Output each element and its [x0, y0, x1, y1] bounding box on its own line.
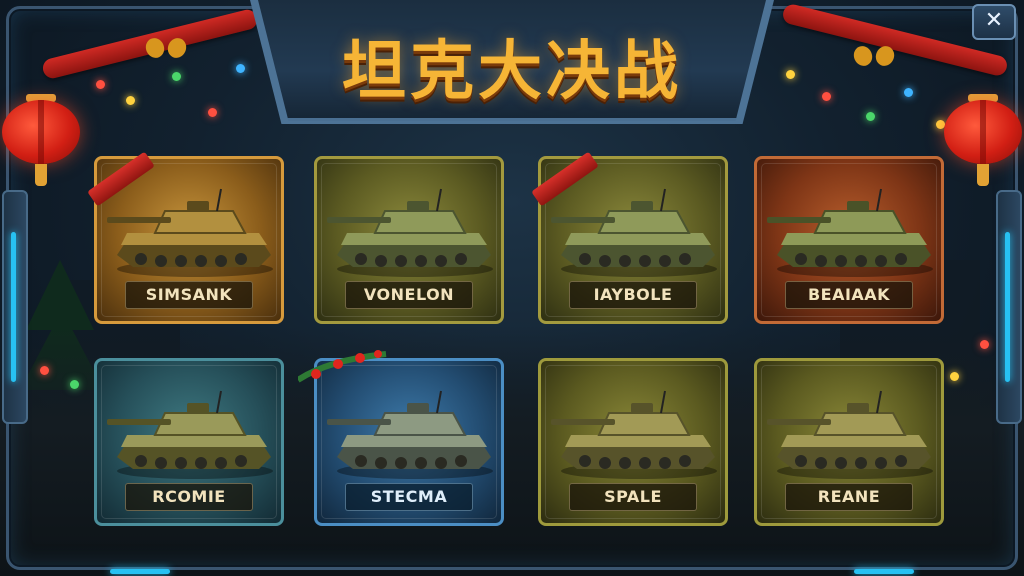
string-light [236, 64, 245, 73]
tank-name-label: RCOMIE [125, 483, 253, 511]
left-side-rail [2, 190, 28, 424]
tank-name-label: REANE [785, 483, 913, 511]
string-light [904, 88, 913, 97]
tank-icon [107, 390, 273, 479]
tank-card[interactable]: SPALE [538, 358, 728, 526]
holly-garland-icon [296, 350, 388, 383]
string-light [70, 380, 79, 389]
tank-icon [327, 188, 493, 277]
string-light [950, 372, 959, 381]
lantern-right [944, 94, 1022, 186]
bottom-right-light [854, 569, 914, 574]
tank-card[interactable]: BEAIAAK [754, 156, 944, 324]
tank-icon [107, 188, 273, 277]
tank-name-label: IAYBOLE [569, 281, 697, 309]
lantern-left [2, 94, 80, 186]
string-light [980, 340, 989, 349]
string-light [208, 108, 217, 117]
game-screen: 坦克大决战 ✕ SIMSANK VONELON IAYBOLE BEAIAAK … [0, 0, 1024, 576]
tank-name-label: VONELON [345, 281, 473, 309]
string-light [866, 112, 875, 121]
tank-icon [327, 390, 493, 479]
tank-card[interactable]: REANE [754, 358, 944, 526]
string-light [786, 70, 795, 79]
gold-bow-icon [148, 36, 184, 62]
tank-icon [551, 188, 717, 277]
string-light [172, 72, 181, 81]
gold-bow-icon [856, 44, 892, 70]
string-light [40, 366, 49, 375]
tank-name-label: SIMSANK [125, 281, 253, 309]
close-button[interactable]: ✕ [972, 4, 1016, 40]
string-light [822, 92, 831, 101]
tank-card[interactable]: RCOMIE [94, 358, 284, 526]
close-x-icon: ✕ [984, 8, 1004, 33]
string-light [96, 80, 105, 89]
tank-icon [551, 390, 717, 479]
tank-name-label: BEAIAAK [785, 281, 913, 309]
string-light [126, 96, 135, 105]
right-side-rail [996, 190, 1022, 424]
bottom-left-light [110, 569, 170, 574]
tank-icon [767, 390, 933, 479]
tank-name-label: SPALE [569, 483, 697, 511]
tank-card[interactable]: VONELON [314, 156, 504, 324]
game-title: 坦克大决战 [342, 35, 682, 109]
tank-icon [767, 188, 933, 277]
tank-name-label: STECMA [345, 483, 473, 511]
